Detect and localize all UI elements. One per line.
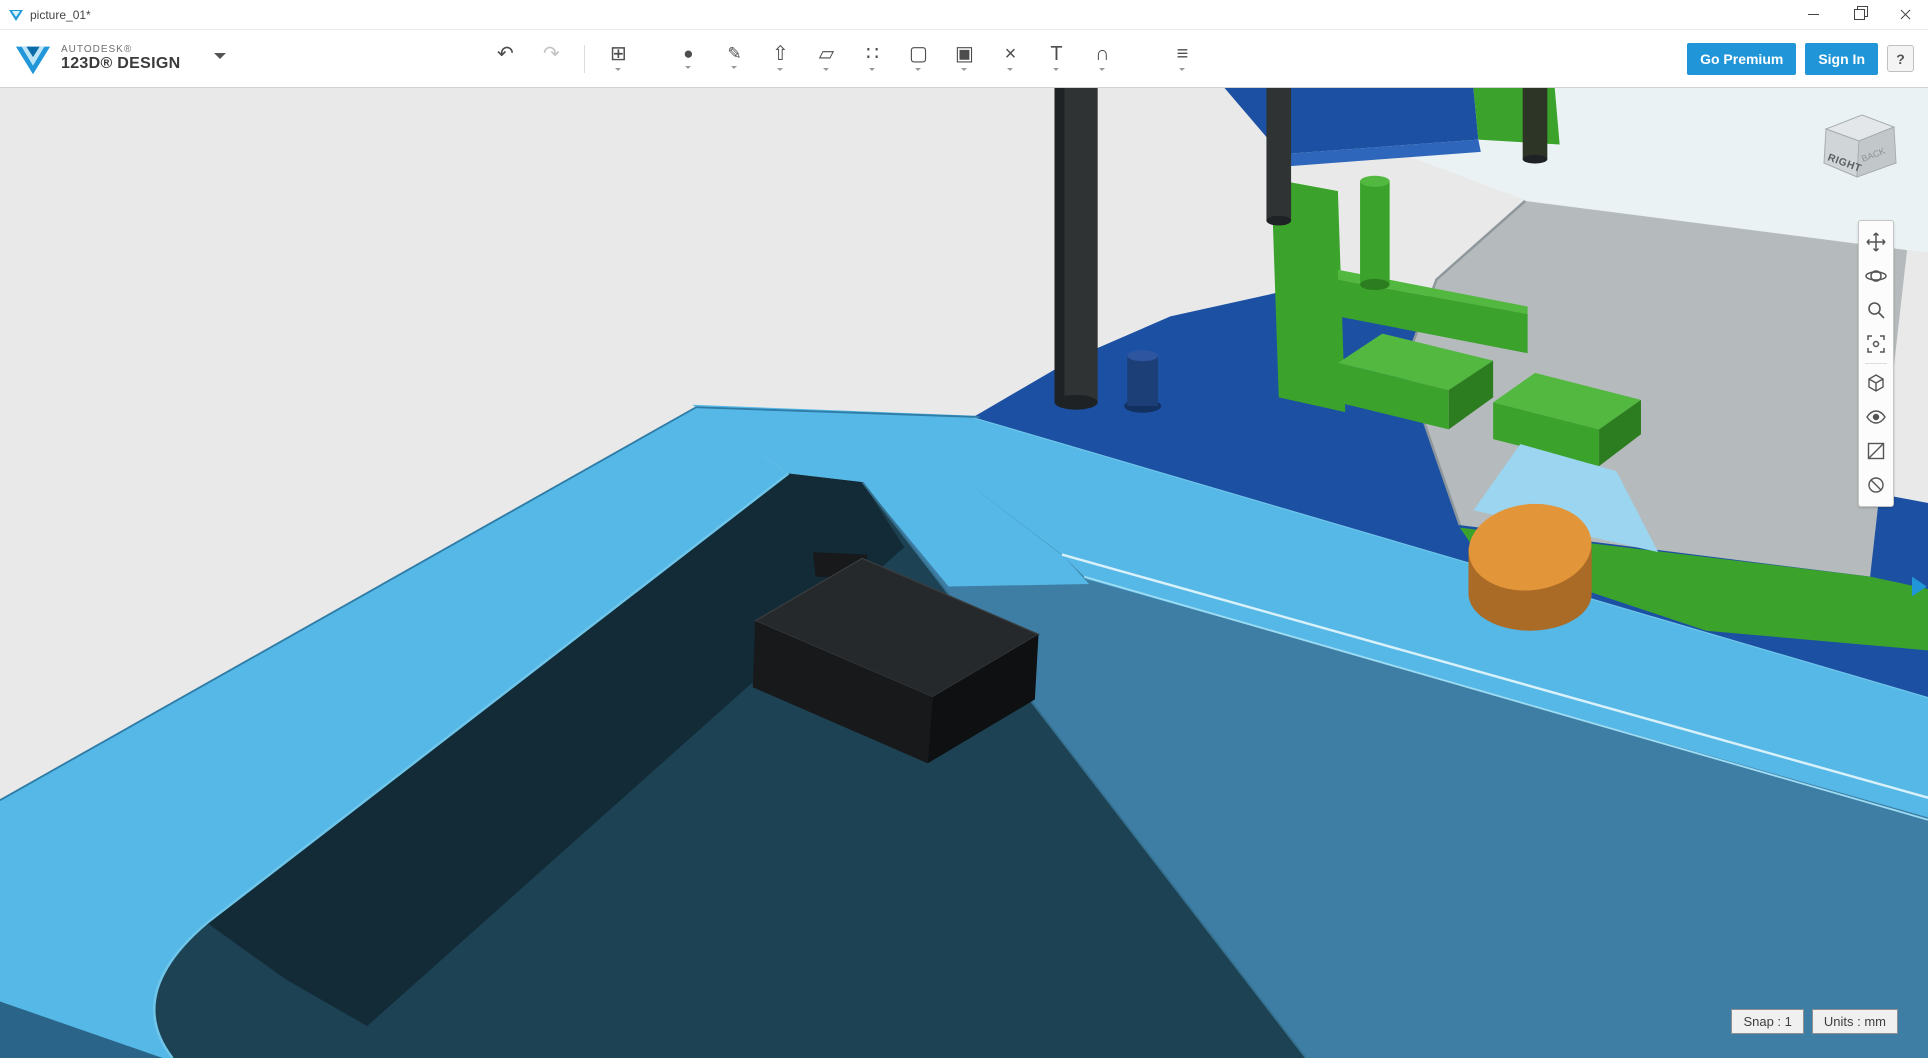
sketch-pencil-icon: ✎ xyxy=(727,45,741,62)
navy-post-top xyxy=(1127,350,1158,361)
chevron-down-icon xyxy=(214,53,226,65)
window-title: picture_01* xyxy=(30,8,91,22)
tool-sphere[interactable]: ● xyxy=(665,37,711,81)
tool-text[interactable]: T xyxy=(1033,37,1079,81)
visibility-tool[interactable] xyxy=(1861,400,1891,434)
extrude-icon: ⇧ xyxy=(772,44,789,64)
close-icon xyxy=(1899,8,1912,21)
view-cube[interactable]: RIGHT BACK xyxy=(1816,102,1902,188)
navstrip-divider xyxy=(1865,363,1887,364)
fit-view-tool[interactable] xyxy=(1861,327,1891,361)
toolbar-separator xyxy=(584,45,585,73)
snap-setting[interactable]: Snap : 1 xyxy=(1731,1009,1803,1034)
tool-icons-row: ↶ ↷ ⊞ ● ✎ ⇧ ▱ ∷ ▢ ▣ × T ∩ ≡ xyxy=(482,37,1205,81)
navy-post-body[interactable] xyxy=(1127,356,1158,406)
tool-snap[interactable]: ∩ xyxy=(1079,37,1125,81)
units-setting[interactable]: Units : mm xyxy=(1812,1009,1898,1034)
go-premium-button[interactable]: Go Premium xyxy=(1687,43,1796,75)
text-tool-icon: T xyxy=(1050,44,1062,64)
hide-sketches-icon xyxy=(1864,439,1888,463)
minimize-button[interactable] xyxy=(1790,0,1836,29)
shaft-rod-large-shade xyxy=(1055,88,1065,402)
undo-icon: ↶ xyxy=(497,44,514,64)
pattern-grid-icon: ∷ xyxy=(866,44,879,64)
window-controls xyxy=(1790,0,1928,29)
tool-material[interactable]: ≡ xyxy=(1159,37,1205,81)
brand-autodesk: AUTODESK® xyxy=(61,44,180,56)
shaded-cube-icon xyxy=(1864,371,1888,395)
restore-icon xyxy=(1854,9,1865,20)
brand-block: AUTODESK® 123D® DESIGN xyxy=(14,40,180,78)
transform-icon: ▱ xyxy=(819,44,834,64)
shaft-rod-large-base xyxy=(1055,395,1098,410)
material-sphere-icon xyxy=(1864,473,1888,497)
restore-button[interactable] xyxy=(1836,0,1882,29)
title-bar: picture_01* xyxy=(0,0,1928,30)
primitives-icon: ⊞ xyxy=(610,44,627,64)
zoom-magnifier-icon xyxy=(1864,298,1888,322)
main-toolbar: AUTODESK® 123D® DESIGN ↶ ↷ ⊞ ● ✎ ⇧ ▱ ∷ ▢… xyxy=(0,30,1928,88)
standoff-post-base xyxy=(1523,155,1548,164)
tool-extrude[interactable]: ⇧ xyxy=(757,37,803,81)
sphere-icon: ● xyxy=(683,45,693,62)
snap-magnet-icon: ∩ xyxy=(1095,44,1109,64)
status-bar: Snap : 1 Units : mm xyxy=(1731,1009,1898,1034)
green-post-top xyxy=(1360,176,1390,187)
app-menu-chevron[interactable] xyxy=(208,47,232,71)
shaft-rod-small[interactable] xyxy=(1266,88,1291,221)
close-button[interactable] xyxy=(1882,0,1928,29)
green-post-base xyxy=(1360,279,1390,290)
brand-text: AUTODESK® 123D® DESIGN xyxy=(61,44,180,74)
tool-sketch[interactable]: ✎ xyxy=(711,37,757,81)
pan-icon xyxy=(1864,230,1888,254)
viewport[interactable]: RIGHT BACK xyxy=(0,88,1928,1058)
standoff-post[interactable] xyxy=(1523,88,1548,159)
tool-undo[interactable]: ↶ xyxy=(482,37,528,81)
orbit-icon xyxy=(1864,264,1888,288)
material-view-tool[interactable] xyxy=(1861,468,1891,502)
zoom-tool[interactable] xyxy=(1861,293,1891,327)
account-actions: Go Premium Sign In ? xyxy=(1687,43,1914,75)
app-icon xyxy=(8,7,24,23)
tool-transform[interactable]: ▱ xyxy=(803,37,849,81)
3d-scene[interactable] xyxy=(0,88,1928,1058)
eye-icon xyxy=(1864,405,1888,429)
tool-delete[interactable]: × xyxy=(987,37,1033,81)
minimize-icon xyxy=(1808,14,1819,15)
view-mode-tool[interactable] xyxy=(1861,366,1891,400)
help-button[interactable]: ? xyxy=(1887,45,1914,72)
shaft-rod-small-base xyxy=(1266,216,1291,226)
navigation-toolbar xyxy=(1858,220,1894,507)
fit-view-icon xyxy=(1864,332,1888,356)
hide-sketches-tool[interactable] xyxy=(1861,434,1891,468)
tool-combine[interactable]: ▣ xyxy=(941,37,987,81)
tool-grouping[interactable]: ▢ xyxy=(895,37,941,81)
brand-product: 123D® DESIGN xyxy=(61,55,180,73)
orbit-tool[interactable] xyxy=(1861,259,1891,293)
tool-pattern[interactable]: ∷ xyxy=(849,37,895,81)
grouping-icon: ▢ xyxy=(909,44,928,64)
tool-redo[interactable]: ↷ xyxy=(528,37,574,81)
material-layers-icon: ≡ xyxy=(1177,44,1189,64)
sign-in-button[interactable]: Sign In xyxy=(1805,43,1878,75)
delete-cross-icon: × xyxy=(1005,44,1017,64)
tool-primitives[interactable]: ⊞ xyxy=(595,37,641,81)
combine-cube-icon: ▣ xyxy=(955,44,974,64)
redo-icon: ↷ xyxy=(543,44,560,64)
app-logo-icon xyxy=(14,40,52,78)
green-post-body[interactable] xyxy=(1360,181,1390,284)
pan-tool[interactable] xyxy=(1861,225,1891,259)
